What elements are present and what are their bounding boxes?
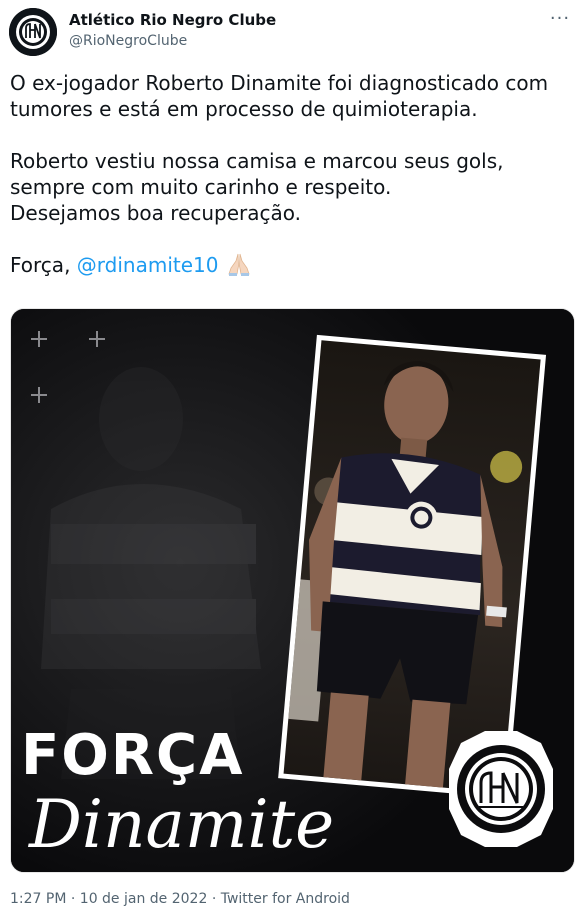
- tweet-line: Roberto vestiu nossa camisa e marcou seu…: [10, 149, 504, 173]
- author-handle[interactable]: @RioNegroClube: [69, 33, 187, 49]
- tweet-source[interactable]: Twitter for Android: [221, 891, 350, 907]
- club-crest-icon: [9, 8, 57, 56]
- tribute-image: FORÇA Dinamite: [11, 309, 574, 872]
- tweet-time[interactable]: 1:27 PM: [10, 891, 66, 907]
- tweet-text: O ex-jogador Roberto Dinamite foi diagno…: [10, 70, 575, 282]
- club-crest-badge-icon: [449, 731, 553, 847]
- author-name[interactable]: Atlético Rio Negro Clube: [69, 11, 276, 29]
- player-photo: [278, 334, 547, 799]
- tweet-line: Desejamos boa recuperação.: [10, 201, 302, 225]
- script-text: Dinamite: [28, 786, 334, 863]
- headline-text: FORÇA: [21, 723, 244, 788]
- mention-link[interactable]: @rdinamite10: [77, 253, 219, 277]
- tweet-date[interactable]: 10 de jan de 2022: [80, 891, 208, 907]
- tweet-text-prefix: Força,: [10, 253, 77, 277]
- separator: ·: [70, 891, 76, 907]
- tweet-image[interactable]: FORÇA Dinamite: [10, 308, 575, 873]
- folded-hands-icon: [225, 252, 255, 282]
- avatar[interactable]: [9, 8, 57, 56]
- separator: ·: [211, 891, 217, 907]
- tweet-header: Atlético Rio Negro Clube @RioNegroClube …: [0, 0, 587, 64]
- tweet-paragraph: O ex-jogador Roberto Dinamite foi diagno…: [10, 71, 549, 121]
- tweet-meta: 1:27 PM · 10 de jan de 2022 · Twitter fo…: [10, 891, 350, 907]
- tweet-line: sempre com muito carinho e respeito.: [10, 175, 392, 199]
- more-options-icon[interactable]: ···: [547, 10, 573, 30]
- tweet-line: Força, @rdinamite10: [10, 252, 575, 282]
